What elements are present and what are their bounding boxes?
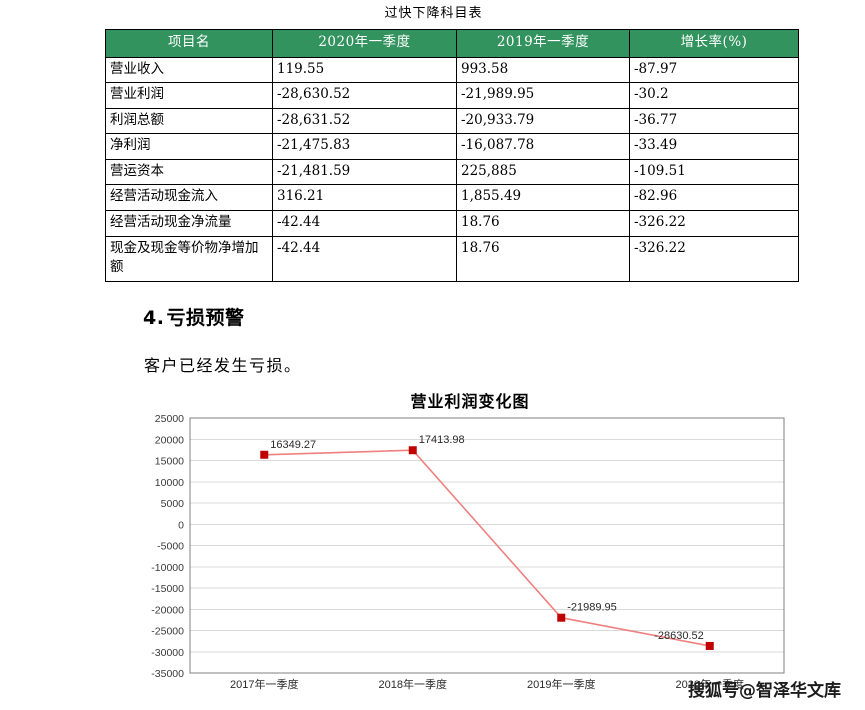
chart-plot: 25000 20000 15000 10000 5000 0 -5000 -10000 -150… [151,413,785,691]
data-point-label: 17413.98 [419,434,465,446]
cell-item-name: 利润总额 [105,107,273,135]
data-point-marker [557,613,566,622]
declining-items-table: 项目名 2020年一季度 2019年一季度 增长率(%) 营业收入 119.55… [105,29,799,282]
data-point-label: -21989.95 [567,602,617,614]
x-axis-tick-label: 2018年一季度 [379,677,447,691]
cell-item-name: 营业收入 [105,56,273,84]
data-point-marker [260,450,269,459]
table-body: 营业收入 119.55 993.58 -87.97 营业利润 -28,630.5… [105,56,799,282]
data-point-label: 16349.27 [270,439,316,451]
cell-growth-rate: -109.51 [629,158,799,186]
table-row: 净利润 -21,475.83 -16,087.78 -33.49 [105,133,799,160]
cell-item-name: 营运资本 [105,158,273,186]
table-row: 现金及现金等价物净增加额 -42.44 18.76 -326.22 [105,235,799,282]
section-number: 4. [143,307,165,329]
section-paragraph: 客户已经发生亏损。 [144,356,302,375]
y-axis-tick-label: 5000 [161,498,185,510]
cell-growth-rate: -87.97 [629,56,799,84]
data-point-marker [705,641,714,650]
cell-growth-rate: -326.22 [629,235,799,282]
cell-2020-value: 119.55 [272,56,457,84]
operating-profit-chart: 营业利润变化图 25000 20000 15000 10000 5000 0 -5000 -1… [150,388,810,693]
cell-2019-value: 18.76 [456,209,630,237]
section-heading: 4. 亏损预警 [143,303,244,330]
y-axis-tick-label: -25000 [151,626,184,638]
column-header-item-name: 项目名 [105,29,273,58]
document-page: 过快下降科目表 项目名 2020年一季度 2019年一季度 增长率(%) 营业收… [0,0,865,710]
cell-2020-value: -21,475.83 [272,133,457,160]
table-row: 经营活动现金流入 316.21 1,855.49 -82.96 [105,184,799,211]
cell-2020-value: -42.44 [272,209,457,237]
y-axis-tick-label: -30000 [151,647,184,659]
y-axis-tick-label: -15000 [151,583,184,595]
cell-2019-value: 993.58 [456,56,630,84]
cell-2020-value: -21,481.59 [272,158,457,186]
cell-2019-value: 18.76 [456,235,630,282]
watermark: 搜狐号@智泽华文库 [688,681,841,701]
table-caption: 过快下降科目表 [384,6,483,21]
cell-item-name: 经营活动现金净流量 [105,209,273,237]
cell-growth-rate: -326.22 [629,209,799,237]
y-axis-tick-label: 10000 [155,477,184,489]
cell-growth-rate: -33.49 [629,133,799,160]
cell-2019-value: 1,855.49 [456,184,630,211]
data-point-label: -28630.52 [654,630,704,642]
cell-2020-value: 316.21 [272,184,457,211]
table-row: 营业利润 -28,630.52 -21,989.95 -30.2 [105,82,799,109]
y-axis-tick-label: -5000 [157,541,184,553]
cell-2019-value: -20,933.79 [456,107,630,135]
cell-2020-value: -28,631.52 [272,107,457,135]
cell-2019-value: -21,989.95 [456,82,630,109]
cell-item-name: 经营活动现金流入 [105,184,273,211]
cell-2020-value: -42.44 [272,235,457,282]
y-axis-tick-label: 25000 [155,413,184,425]
data-point-marker [408,446,417,455]
x-axis-tick-label: 2017年一季度 [230,677,298,691]
y-axis-tick-label: 20000 [155,434,184,446]
table-row: 利润总额 -28,631.52 -20,933.79 -36.77 [105,107,799,135]
cell-growth-rate: -82.96 [629,184,799,211]
column-header-2019-q1: 2019年一季度 [456,29,630,58]
cell-growth-rate: -30.2 [629,82,799,109]
cell-2019-value: 225,885 [456,158,630,186]
cell-2019-value: -16,087.78 [456,133,630,160]
table-header-row: 项目名 2020年一季度 2019年一季度 增长率(%) [105,29,799,58]
cell-item-name: 营业利润 [105,82,273,109]
series-line [264,449,710,647]
table-row: 经营活动现金净流量 -42.44 18.76 -326.22 [105,209,799,237]
cell-2020-value: -28,630.52 [272,82,457,109]
y-axis-tick-label: -20000 [151,604,184,616]
y-axis-tick-label: -35000 [151,668,184,680]
cell-item-name: 现金及现金等价物净增加额 [105,235,273,282]
x-axis-tick-label: 2019年一季度 [527,677,595,691]
column-header-growth-rate: 增长率(%) [629,29,799,58]
column-header-2020-q1: 2020年一季度 [272,29,457,58]
cell-growth-rate: -36.77 [629,107,799,135]
y-axis-tick-label: -10000 [151,562,184,574]
table-head: 项目名 2020年一季度 2019年一季度 增长率(%) [105,29,799,58]
y-axis-tick-label: 15000 [155,456,184,468]
y-axis-tick-label: 0 [178,519,184,531]
cell-item-name: 净利润 [105,133,273,160]
section-title: 亏损预警 [166,307,245,329]
table-row: 营业收入 119.55 993.58 -87.97 [105,56,799,84]
table-row: 营运资本 -21,481.59 225,885 -109.51 [105,158,799,186]
